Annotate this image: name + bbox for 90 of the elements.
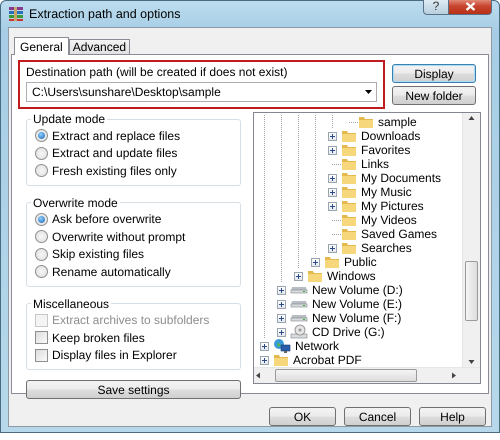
plus-icon: [278, 314, 285, 322]
plus-icon: [329, 174, 336, 182]
dropdown-arrow-icon: [365, 90, 372, 94]
radio-button[interactable]: [35, 164, 48, 178]
tree-item[interactable]: Downloads: [360, 129, 422, 143]
side-button[interactable]: New folder: [392, 86, 476, 105]
option-label: Ask before overwrite: [52, 212, 162, 226]
dialog-button[interactable]: Help: [419, 407, 486, 426]
plus-icon: [278, 286, 285, 294]
expand-icon[interactable]: [277, 300, 286, 308]
option-label: Overwrite without prompt: [52, 230, 186, 244]
horizontal-scrollbar[interactable]: [254, 367, 480, 383]
expand-icon[interactable]: [328, 188, 337, 196]
expand-icon[interactable]: [260, 356, 269, 364]
tab[interactable]: Advanced: [68, 39, 130, 54]
tree-item[interactable]: Network: [294, 339, 340, 353]
tree-item[interactable]: Windows: [326, 269, 377, 283]
option-label: Skip existing files: [52, 247, 144, 262]
expand-icon[interactable]: [260, 342, 269, 350]
plus-icon: [278, 300, 285, 308]
plus-icon: [329, 146, 336, 154]
group-title: Miscellaneous: [32, 296, 110, 310]
scroll-thumb[interactable]: [275, 369, 417, 382]
radio-button[interactable]: [35, 212, 48, 226]
close-icon: [464, 2, 476, 10]
option-label: Rename automatically: [52, 264, 171, 279]
save-settings-button[interactable]: Save settings: [26, 380, 241, 399]
option-label: Extract archives to subfolders: [52, 313, 210, 328]
expand-icon[interactable]: [277, 314, 286, 322]
group-title: Overwrite mode: [32, 196, 119, 210]
tree-item[interactable]: CD Drive (G:): [311, 325, 386, 339]
window-title: Extraction path and options: [29, 7, 180, 21]
plus-icon: [261, 356, 268, 364]
expand-icon[interactable]: [328, 244, 337, 252]
expand-icon[interactable]: [328, 174, 337, 182]
scroll-thumb[interactable]: [465, 261, 478, 321]
tree-item[interactable]: My Videos: [360, 213, 418, 227]
vertical-scrollbar[interactable]: [462, 113, 480, 367]
tree-item[interactable]: New Volume (D:): [311, 283, 404, 297]
help-button[interactable]: ?: [423, 0, 449, 15]
close-button[interactable]: [449, 0, 492, 15]
option-label: Keep broken files: [52, 330, 145, 345]
plus-icon: [329, 188, 336, 196]
expand-icon[interactable]: [294, 272, 303, 280]
tree-item[interactable]: My Music: [360, 185, 413, 199]
tree-item[interactable]: Searches: [360, 241, 413, 255]
expand-icon[interactable]: [328, 132, 337, 140]
dialog-button[interactable]: OK: [269, 407, 336, 426]
option-label: Extract and replace files: [52, 128, 180, 143]
field-label: Destination path (will be created if does not exist): [26, 65, 288, 79]
radio-button[interactable]: [35, 146, 48, 160]
plus-icon: [329, 244, 336, 252]
tree-item[interactable]: Acrobat PDF: [292, 353, 363, 367]
dialog-button[interactable]: Cancel: [344, 407, 411, 426]
tree-item[interactable]: sample: [377, 115, 418, 129]
tree-item[interactable]: My Documents: [360, 171, 442, 185]
tree-item[interactable]: Public: [343, 255, 378, 269]
scroll-left-icon: [254, 372, 262, 379]
tree-item[interactable]: Links: [360, 157, 390, 171]
option-label: Extract and update files: [52, 146, 178, 160]
stacked-books-icon: [8, 6, 24, 22]
expand-icon[interactable]: [277, 328, 286, 336]
checkbox[interactable]: [35, 348, 48, 362]
option-label: Fresh existing files only: [52, 164, 177, 178]
plus-icon: [329, 202, 336, 210]
radio-button[interactable]: [35, 230, 48, 244]
tree-item[interactable]: New Volume (F:): [311, 311, 402, 325]
plus-icon: [312, 258, 319, 266]
expand-icon[interactable]: [311, 258, 320, 266]
tab[interactable]: General: [14, 37, 69, 55]
expand-icon[interactable]: [277, 286, 286, 294]
tree-item[interactable]: Favorites: [360, 143, 412, 157]
scroll-right-icon: [450, 372, 458, 379]
checkbox[interactable]: [35, 331, 48, 344]
option-label: Display files in Explorer: [52, 348, 177, 362]
radio-button[interactable]: [35, 248, 48, 261]
plus-icon: [329, 132, 336, 140]
radio-button[interactable]: [35, 129, 48, 142]
path-combo-box[interactable]: C:\Users\sunshare\Desktop\sample: [26, 82, 377, 102]
expand-icon[interactable]: [328, 202, 337, 210]
plus-icon: [278, 328, 285, 336]
plus-icon: [295, 272, 302, 280]
radio-button[interactable]: [35, 265, 48, 278]
group-title: Update mode: [32, 112, 106, 126]
tree-item[interactable]: My Pictures: [360, 199, 425, 213]
tree-item[interactable]: New Volume (E:): [311, 297, 404, 311]
expand-icon[interactable]: [328, 146, 337, 154]
plus-icon: [261, 342, 268, 350]
side-button[interactable]: Display: [392, 64, 476, 83]
tree-item[interactable]: Saved Games: [360, 227, 438, 241]
